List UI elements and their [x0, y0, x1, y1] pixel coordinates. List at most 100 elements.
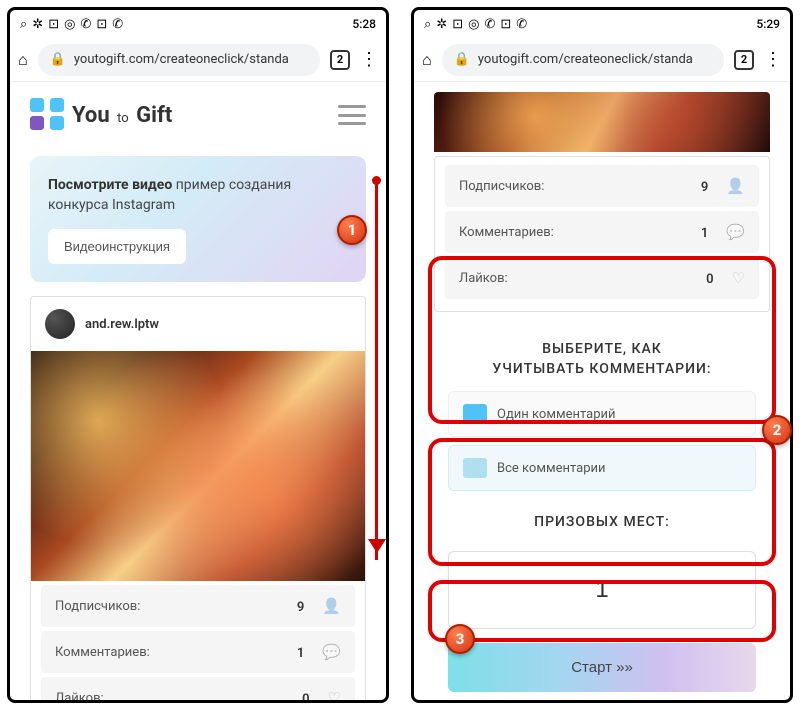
- camera-icon: ◎: [64, 17, 75, 32]
- camera-icon: ◎: [468, 17, 479, 32]
- start-label: Старт: [571, 659, 612, 676]
- logo-icon: [30, 98, 64, 132]
- chevron-right-icon: »»: [616, 659, 633, 676]
- tab-count[interactable]: 2: [734, 50, 754, 70]
- screen-right: ⌕ ✲ ⊡ ◎ ✆ ⊡ ✆ 5:29 ⌂ 🔒 youtogift.com/cre…: [411, 7, 793, 703]
- content-right: Подписчиков: 9 👤 Комментариев: 1 💬 Лайков:…: [414, 82, 790, 700]
- stat-subscribers: Подписчиков: 9 👤: [445, 165, 759, 207]
- promo-text: Посмотрите видео пример создания конкурс…: [48, 176, 348, 215]
- browser-bar: ⌂ 🔒 youtogift.com/createoneclick/standa …: [414, 38, 790, 82]
- chat-icon: ⊡: [96, 17, 107, 32]
- option-all-comments[interactable]: Все комментарии: [448, 445, 756, 491]
- flower-icon: ✲: [32, 17, 43, 32]
- section-title-prizes: ПРИЗОВЫХ МЕСТ:: [434, 499, 770, 545]
- viber-icon: ✆: [484, 17, 495, 32]
- stat-value: 9: [701, 180, 708, 195]
- home-icon[interactable]: ⌂: [18, 50, 28, 70]
- stat-value: 0: [302, 692, 309, 700]
- mail-icon: ⊡: [452, 17, 463, 32]
- chat-icon: ⊡: [500, 17, 511, 32]
- status-time: 5:29: [756, 17, 780, 31]
- annotation-arrow-icon: [375, 180, 378, 560]
- logo-text-post: Gift: [136, 103, 172, 128]
- promo-card: Посмотрите видео пример создания конкурс…: [30, 156, 366, 282]
- stat-likes: Лайков: 0 ♡: [445, 257, 759, 299]
- site-logo[interactable]: You to Gift: [30, 98, 172, 132]
- post-header: and.rew.lptw: [31, 297, 365, 351]
- mail-icon: ⊡: [48, 17, 59, 32]
- status-bar: ⌕ ✲ ⊡ ◎ ✆ ⊡ ✆ 5:29: [414, 10, 790, 38]
- post-image[interactable]: [31, 351, 365, 581]
- logo-text-pre: You: [72, 103, 110, 128]
- stat-label: Лайков:: [459, 271, 508, 286]
- stat-value: 0: [706, 272, 713, 287]
- search-icon: ⌕: [20, 17, 27, 32]
- lock-icon: 🔒: [50, 52, 66, 67]
- comment-icon: 💬: [726, 223, 745, 241]
- stat-label: Подписчиков:: [459, 179, 544, 194]
- username[interactable]: and.rew.lptw: [85, 317, 159, 332]
- all-comments-icon: [463, 458, 487, 478]
- logo-text-mid: to: [117, 111, 129, 126]
- heart-icon: ♡: [732, 269, 745, 287]
- site-header: You to Gift: [10, 82, 386, 148]
- annotation-badge-1: 1: [337, 215, 367, 245]
- browser-bar: ⌂ 🔒 youtogift.com/createoneclick/standa …: [10, 38, 386, 82]
- section-title-comments: ВЫБЕРИТЕ, КАК УЧИТЫВАТЬ КОММЕНТАРИИ:: [434, 326, 770, 391]
- content-left: You to Gift Посмотрите видео пример созд…: [10, 82, 386, 700]
- lock-icon: 🔒: [454, 52, 470, 67]
- person-icon: 👤: [322, 597, 341, 615]
- stat-label: Подписчиков:: [55, 599, 140, 614]
- stat-comments: Комментариев: 1 💬: [41, 631, 355, 673]
- stat-value: 1: [297, 646, 304, 661]
- promo-bold: Посмотрите видео: [48, 177, 172, 193]
- phone-icon: ✆: [516, 17, 527, 32]
- prize-section: ПРИЗОВЫХ МЕСТ:: [434, 499, 770, 629]
- title-line: ВЫБЕРИТЕ, КАК: [542, 341, 662, 357]
- stat-value: 9: [297, 600, 304, 615]
- home-icon[interactable]: ⌂: [422, 50, 432, 70]
- stat-comments: Комментариев: 1 💬: [445, 211, 759, 253]
- post-card: and.rew.lptw Подписчиков: 9 👤 Комментарие…: [30, 296, 366, 700]
- url-box[interactable]: 🔒 youtogift.com/createoneclick/standa: [38, 44, 320, 76]
- status-time: 5:28: [352, 17, 376, 31]
- tab-count[interactable]: 2: [330, 50, 350, 70]
- avatar[interactable]: [45, 309, 75, 339]
- heart-icon: ♡: [328, 689, 341, 700]
- url-box[interactable]: 🔒 youtogift.com/createoneclick/standa: [442, 44, 724, 76]
- stat-value: 1: [701, 226, 708, 241]
- status-icons-left: ⌕ ✲ ⊡ ◎ ✆ ⊡ ✆: [424, 17, 527, 32]
- post-image-small: [434, 92, 770, 152]
- option-one-comment[interactable]: Один комментарий: [448, 391, 756, 437]
- search-icon: ⌕: [424, 17, 431, 32]
- status-bar: ⌕ ✲ ⊡ ◎ ✆ ⊡ ✆ 5:28: [10, 10, 386, 38]
- person-icon: 👤: [726, 177, 745, 195]
- video-instruction-button[interactable]: Видеоинструкция: [48, 229, 186, 264]
- stats-wrap: Подписчиков: 9 👤 Комментариев: 1 💬 Лайков:…: [434, 156, 770, 312]
- single-comment-icon: [463, 404, 487, 424]
- hamburger-menu-icon[interactable]: [338, 105, 366, 125]
- stat-label: Лайков:: [55, 691, 104, 700]
- flower-icon: ✲: [436, 17, 447, 32]
- stat-label: Комментариев:: [459, 225, 554, 240]
- screen-left: ⌕ ✲ ⊡ ◎ ✆ ⊡ ✆ 5:28 ⌂ 🔒 youtogift.com/cre…: [7, 7, 389, 703]
- viber-icon: ✆: [80, 17, 91, 32]
- comment-mode-section: ВЫБЕРИТЕ, КАК УЧИТЫВАТЬ КОММЕНТАРИИ: Оди…: [434, 326, 770, 491]
- stat-likes: Лайков: 0 ♡: [41, 677, 355, 700]
- status-icons-left: ⌕ ✲ ⊡ ◎ ✆ ⊡ ✆: [20, 17, 123, 32]
- stat-subscribers: Подписчиков: 9 👤: [41, 585, 355, 627]
- option-label: Один комментарий: [497, 407, 616, 422]
- phone-icon: ✆: [112, 17, 123, 32]
- comment-icon: 💬: [322, 643, 341, 661]
- stat-label: Комментариев:: [55, 645, 150, 660]
- option-label: Все комментарии: [497, 461, 606, 476]
- prize-count-input[interactable]: [448, 551, 756, 629]
- browser-menu-icon[interactable]: ⋮: [360, 49, 378, 70]
- browser-menu-icon[interactable]: ⋮: [764, 49, 782, 70]
- annotation-badge-2: 2: [762, 415, 792, 445]
- title-line: УЧИТЫВАТЬ КОММЕНТАРИИ:: [492, 361, 711, 377]
- start-button[interactable]: Старт »»: [448, 643, 756, 692]
- annotation-badge-3: 3: [445, 624, 475, 654]
- url-text: youtogift.com/createoneclick/standa: [74, 52, 289, 67]
- url-text: youtogift.com/createoneclick/standa: [478, 52, 693, 67]
